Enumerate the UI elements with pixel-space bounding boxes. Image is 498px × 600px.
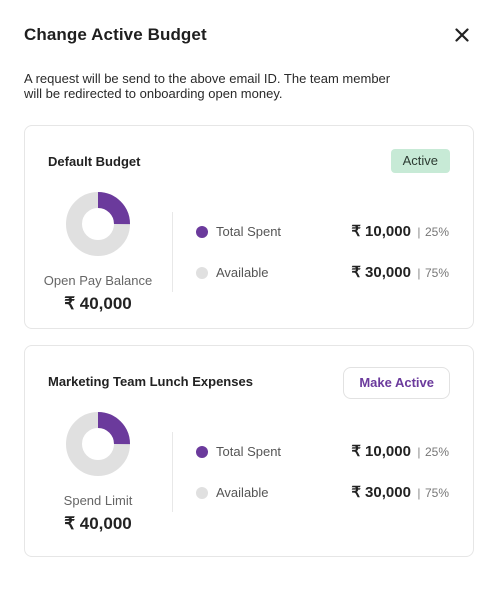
budget-name: Default Budget (48, 154, 141, 169)
stat-label: Available (216, 265, 269, 280)
stat-percent: 25% (424, 445, 449, 459)
stat-label: Available (216, 485, 269, 500)
stat-total-spent: Total Spent ₹ 10,000 | 25% (196, 222, 449, 242)
legend-dot-available (196, 267, 208, 279)
make-active-button[interactable]: Make Active (343, 367, 450, 399)
stat-available: Available ₹ 30,000 | 75% (196, 483, 449, 503)
vertical-divider (172, 432, 173, 512)
dialog-title: Change Active Budget (24, 25, 207, 44)
donut-label: Spend Limit (63, 493, 133, 508)
active-status-badge: Active (390, 149, 450, 173)
budget-card-marketing: Marketing Team Lunch Expenses Make Activ… (24, 345, 474, 557)
stat-separator: | (417, 266, 421, 280)
stat-total-spent: Total Spent ₹ 10,000 | 25% (196, 442, 449, 462)
donut-total-amount: ₹ 40,000 (64, 294, 132, 313)
dialog-header: Change Active Budget (24, 24, 474, 46)
stat-separator: | (417, 225, 421, 239)
budget-donut-chart (66, 192, 130, 256)
budget-card-default: Default Budget Active Open Pay Balance ₹… (24, 125, 474, 329)
legend-dot-spent (196, 446, 208, 458)
donut-label: Open Pay Balance (43, 273, 153, 288)
close-button[interactable] (450, 24, 474, 46)
stat-percent: 75% (424, 486, 449, 500)
vertical-divider (172, 212, 173, 292)
stat-label: Total Spent (216, 224, 282, 239)
budget-donut-chart (66, 412, 130, 476)
stat-separator: | (417, 445, 421, 459)
stat-available: Available ₹ 30,000 | 75% (196, 263, 449, 283)
stat-amount: ₹ 30,000 (351, 264, 411, 281)
dialog-description: A request will be send to the above emai… (24, 71, 391, 101)
stat-amount: ₹ 30,000 (351, 484, 411, 501)
budget-name: Marketing Team Lunch Expenses (48, 374, 253, 389)
stat-amount: ₹ 10,000 (351, 223, 411, 240)
stat-percent: 25% (424, 225, 449, 239)
stat-separator: | (417, 486, 421, 500)
donut-total-amount: ₹ 40,000 (64, 514, 132, 533)
legend-dot-available (196, 487, 208, 499)
stat-label: Total Spent (216, 444, 282, 459)
stat-percent: 75% (424, 266, 449, 280)
legend-dot-spent (196, 226, 208, 238)
close-icon (455, 28, 469, 42)
stat-amount: ₹ 10,000 (351, 443, 411, 460)
